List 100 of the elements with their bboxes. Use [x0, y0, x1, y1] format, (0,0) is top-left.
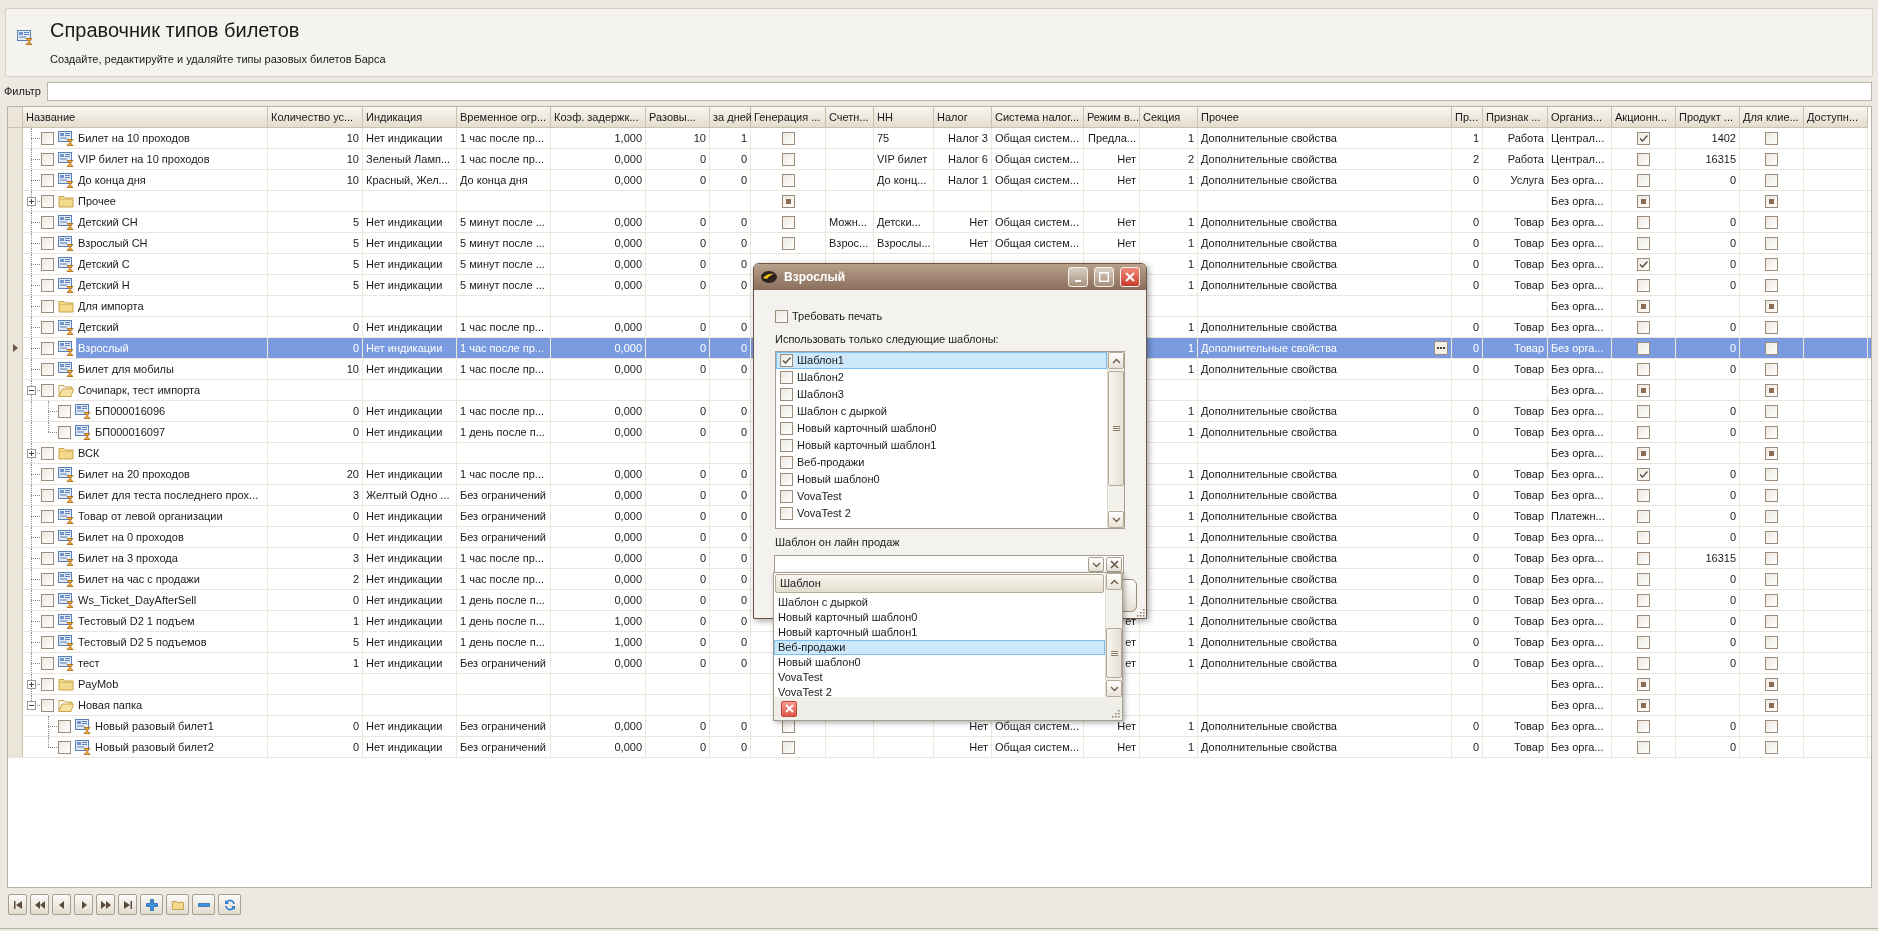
table-cell-text: Дополнительные свойства — [1201, 151, 1338, 167]
table-cell-text: Дополнительные свойства — [1201, 634, 1338, 650]
table-cell: Нет индикации — [363, 422, 457, 442]
table-cell: Нет — [934, 212, 992, 232]
table-cell: 5 — [268, 212, 363, 232]
table-cell: Нет индикации — [363, 233, 457, 253]
table-cell: 0,000 — [551, 149, 646, 169]
table-cell: 1 день после п... — [457, 611, 551, 631]
table-cell: 0 — [1452, 716, 1483, 736]
table-cell: 0 — [710, 359, 751, 379]
table-cell: Нет индикации — [363, 212, 457, 232]
table-cell: 0 — [710, 527, 751, 547]
table-cell: Нет индикации — [363, 716, 457, 736]
table-cell: 1 день после п... — [457, 632, 551, 652]
table-cell: Централ... — [1548, 128, 1612, 148]
table-cell: 0 — [1676, 611, 1740, 631]
table-cell: 0 — [1452, 590, 1483, 610]
table-cell: 0 — [646, 653, 710, 673]
table-cell: Товар — [1483, 611, 1548, 631]
table-cell-text: Дополнительные свойства — [1201, 256, 1338, 272]
table-cell: 0 — [1452, 527, 1483, 547]
table-cell: Товар — [1483, 275, 1548, 295]
table-cell: Нет — [1084, 233, 1140, 253]
table-cell: Без орга... — [1548, 212, 1612, 232]
table-cell: 1 — [710, 128, 751, 148]
table-cell: 0,000 — [551, 170, 646, 190]
checkbox-label: Требовать печать — [792, 308, 883, 324]
row-name: Билет на 3 прохода — [77, 550, 179, 566]
table-cell: 0 — [1676, 170, 1740, 190]
table-cell: Нет индикации — [363, 254, 457, 274]
table-cell: Общая систем... — [992, 737, 1084, 757]
table-cell: Налог 6 — [934, 149, 992, 169]
table-cell: 1 — [1140, 716, 1198, 736]
table-cell: 0,000 — [551, 653, 646, 673]
table-cell: 0 — [710, 569, 751, 589]
table-cell: 0 — [1452, 212, 1483, 232]
row-name: ВСК — [77, 445, 101, 461]
table-cell: 3 — [268, 485, 363, 505]
table-cell: Товар — [1483, 254, 1548, 274]
table-cell: Можн... — [826, 212, 874, 232]
table-cell-text: Дополнительные свойства — [1201, 550, 1338, 566]
table-cell: 1 час после пр... — [457, 149, 551, 169]
table-cell: До конца дня — [457, 170, 551, 190]
field-label: Шаблон он лайн продаж — [775, 535, 901, 549]
page-title: Справочник типов билетов — [50, 18, 301, 42]
table-cell: 0 — [646, 527, 710, 547]
table-cell: 0 — [1676, 233, 1740, 253]
table-cell: Нет индикации — [363, 569, 457, 589]
table-cell: Без орга... — [1548, 380, 1612, 400]
table-cell: 1 — [268, 653, 363, 673]
table-cell: 0 — [1676, 401, 1740, 421]
table-cell: Нет — [934, 233, 992, 253]
table-cell: Товар — [1483, 422, 1548, 442]
table-cell: 0 — [1452, 506, 1483, 526]
table-cell: Нет индикации — [363, 338, 457, 358]
row-name: Билет на 0 проходов — [77, 529, 185, 545]
table-cell: Без орга... — [1548, 170, 1612, 190]
table-cell: 10 — [268, 359, 363, 379]
table-cell: 0 — [710, 548, 751, 568]
row-name: Тестовый D2 1 подъем — [77, 613, 196, 629]
table-cell: 0 — [710, 632, 751, 652]
table-cell: 0 — [268, 317, 363, 337]
table-cell: Нет индикации — [363, 548, 457, 568]
table-cell: Нет индикации — [363, 464, 457, 484]
table-cell: 0 — [710, 611, 751, 631]
table-cell: 0,000 — [551, 254, 646, 274]
row-name: Прочее — [77, 193, 117, 209]
table-cell: 5 — [268, 632, 363, 652]
table-cell: 0 — [1676, 632, 1740, 652]
table-cell-text: Дополнительные свойства — [1201, 361, 1338, 377]
table-cell: Товар — [1483, 401, 1548, 421]
table-cell: Товар — [1483, 338, 1548, 358]
table-cell: 0 — [1452, 422, 1483, 442]
table-cell-text: Дополнительные свойства — [1201, 172, 1338, 188]
table-cell: 1 день после п... — [457, 590, 551, 610]
row-name: До конца дня — [77, 172, 147, 188]
table-cell: Предла... — [1084, 128, 1140, 148]
table-cell: 0 — [646, 422, 710, 442]
table-cell: Общая систем... — [992, 170, 1084, 190]
table-cell: 1 час после пр... — [457, 338, 551, 358]
table-cell: Работа — [1483, 149, 1548, 169]
table-cell: 5 — [268, 233, 363, 253]
table-cell: 0 — [646, 317, 710, 337]
table-cell: 0 — [710, 170, 751, 190]
table-cell: 2 — [1452, 149, 1483, 169]
table-cell: 0 — [1452, 737, 1483, 757]
table-cell-text: Дополнительные свойства — [1201, 277, 1338, 293]
table-cell: 0 — [1452, 254, 1483, 274]
table-cell: 0 — [646, 548, 710, 568]
row-name: Детский СН — [77, 214, 139, 230]
table-cell: 0 — [646, 233, 710, 253]
table-cell: 1402 — [1676, 128, 1740, 148]
row-name: Билет на час с продажи — [77, 571, 201, 587]
table-cell: Общая систем... — [992, 149, 1084, 169]
row-name: Детский С — [77, 256, 131, 272]
table-cell: Без орга... — [1548, 296, 1612, 316]
table-cell: 1 час после пр... — [457, 317, 551, 337]
table-cell: 5 — [268, 254, 363, 274]
table-cell: 0 — [646, 275, 710, 295]
table-cell: Товар — [1483, 548, 1548, 568]
